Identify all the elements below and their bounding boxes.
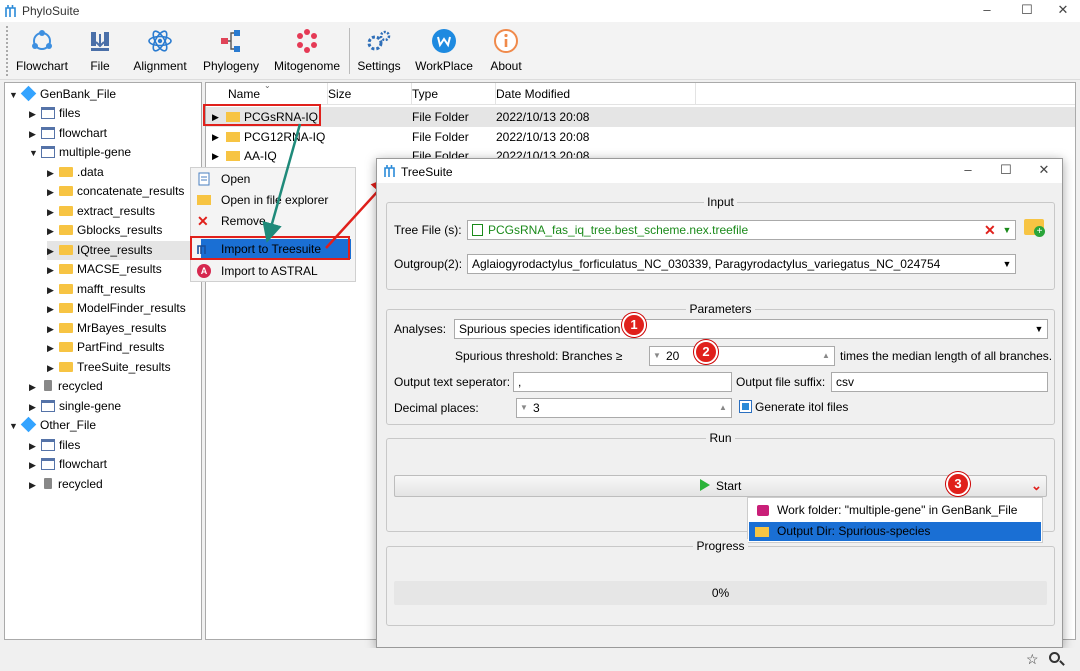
- clear-icon[interactable]: ✕: [984, 221, 996, 239]
- threshold-suffix: times the median length of all branches.: [840, 349, 1053, 363]
- itol-label: Generate itol files: [755, 400, 849, 414]
- spin-down-icon[interactable]: ▼: [653, 347, 661, 365]
- group-title: Parameters: [387, 302, 1054, 316]
- analyses-value: Spurious species identification: [459, 322, 621, 336]
- threshold-label: Spurious threshold: Branches ≥: [455, 349, 623, 363]
- group-title: Run: [387, 431, 1054, 445]
- search-icon-handle: [1059, 660, 1065, 666]
- threshold-spinbox[interactable]: ▼ 20 ▲: [649, 346, 835, 366]
- annotation-badge: 1: [622, 313, 646, 337]
- treesuite-dialog: TreeSuite – ☐ ✕ Input Tree File (s): PCG…: [376, 158, 1063, 648]
- start-label: Start: [716, 479, 742, 493]
- parameters-group: Parameters Analyses: Spurious species id…: [386, 302, 1055, 425]
- annotation-badge: 3: [946, 472, 970, 496]
- dialog-title-bar: TreeSuite – ☐ ✕: [377, 159, 1062, 183]
- folder-icon: [755, 527, 769, 537]
- tree-file-label: Tree File (s):: [394, 223, 462, 237]
- spin-up-icon[interactable]: ▲: [719, 399, 727, 417]
- menu-item-work-folder[interactable]: Work folder: "multiple-gene" in GenBank_…: [749, 501, 1041, 520]
- spin-up-icon[interactable]: ▲: [822, 347, 830, 365]
- double-chevron-down-icon[interactable]: ⌄: [1031, 476, 1042, 496]
- progress-value: 0%: [711, 586, 730, 600]
- play-icon: [699, 479, 710, 491]
- spin-down-icon[interactable]: ▼: [520, 399, 528, 417]
- chevron-down-icon[interactable]: ▼: [1000, 221, 1014, 239]
- dialog-maximize-button[interactable]: ☐: [989, 160, 1023, 182]
- threshold-value: 20: [666, 349, 680, 363]
- separator-input[interactable]: ,: [513, 372, 732, 392]
- separator-label: Output text seperator:: [394, 375, 511, 389]
- suffix-input[interactable]: csv: [831, 372, 1048, 392]
- star-icon[interactable]: ☆: [1026, 651, 1039, 668]
- outgroup-label: Outgroup(2):: [394, 257, 463, 271]
- group-title: Input: [387, 195, 1054, 209]
- start-dropdown-menu: Work folder: "multiple-gene" in GenBank_…: [747, 497, 1043, 543]
- tree-file-input[interactable]: PCGsRNA_fas_iq_tree.best_scheme.nex.tree…: [467, 220, 1016, 240]
- treesuite-logo-icon: [384, 165, 395, 177]
- annotation-badge: 2: [694, 340, 718, 364]
- decimal-value: 3: [533, 401, 540, 415]
- chevron-down-icon[interactable]: ▼: [1032, 320, 1046, 338]
- progress-bar: 0%: [394, 581, 1047, 605]
- status-bar: ☆: [0, 648, 1080, 671]
- itol-checkbox[interactable]: [739, 400, 752, 413]
- analyses-label: Analyses:: [394, 322, 447, 336]
- dialog-title: TreeSuite: [401, 165, 453, 179]
- analyses-select[interactable]: Spurious species identification ▼: [454, 319, 1048, 339]
- dialog-minimize-button[interactable]: –: [951, 160, 985, 182]
- suffix-label: Output file suffix:: [736, 375, 826, 389]
- input-group: Input Tree File (s): PCGsRNA_fas_iq_tree…: [386, 195, 1055, 290]
- dialog-close-button[interactable]: ✕: [1027, 160, 1061, 182]
- menu-item-label: Output Dir: Spurious-species: [777, 524, 931, 538]
- outgroup-value: Aglaiogyrodactylus_forficulatus_NC_03033…: [472, 257, 941, 271]
- file-icon: [472, 224, 483, 236]
- menu-item-label: Work folder: "multiple-gene" in GenBank_…: [777, 503, 1018, 517]
- briefcase-icon: [757, 505, 769, 516]
- chevron-down-icon[interactable]: ▼: [1000, 255, 1014, 273]
- group-title: Progress: [387, 539, 1054, 553]
- decimal-label: Decimal places:: [394, 401, 479, 415]
- annotation-arrow: [262, 123, 302, 243]
- add-folder-icon[interactable]: +: [1024, 219, 1045, 237]
- decimal-spinbox[interactable]: ▼ 3 ▲: [516, 398, 732, 418]
- tree-file-value: PCGsRNA_fas_iq_tree.best_scheme.nex.tree…: [488, 223, 749, 237]
- outgroup-select[interactable]: Aglaiogyrodactylus_forficulatus_NC_03033…: [467, 254, 1016, 274]
- progress-group: Progress 0%: [386, 539, 1055, 626]
